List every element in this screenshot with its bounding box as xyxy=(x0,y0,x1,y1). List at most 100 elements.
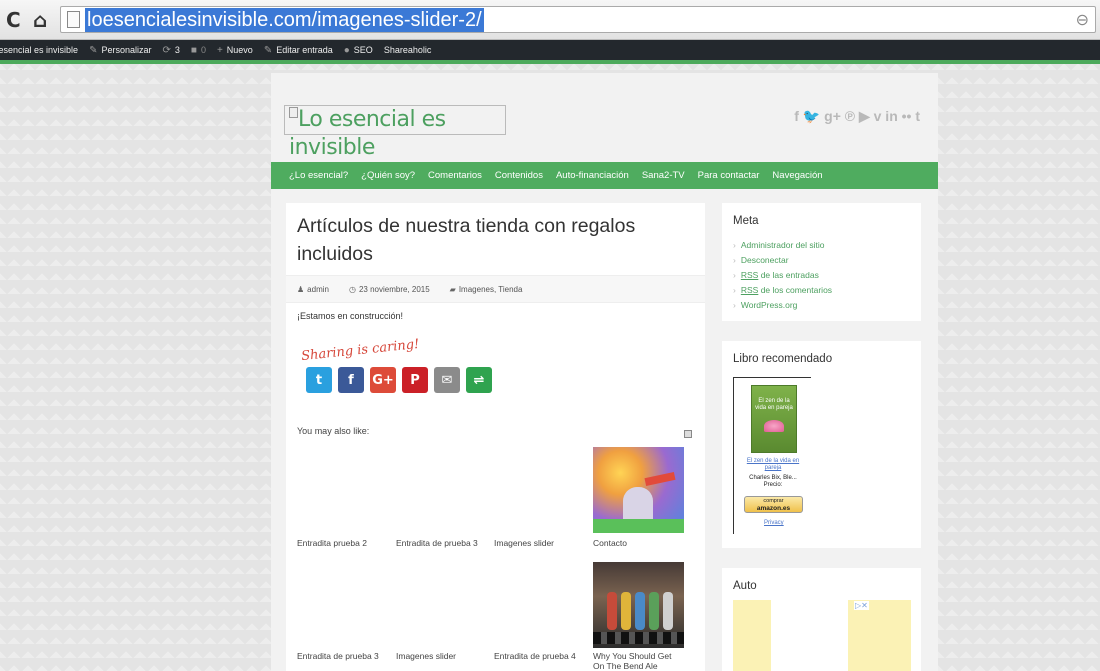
rss-entries-label: de las entradas xyxy=(760,270,819,280)
pin-shape xyxy=(621,592,631,630)
nav-item-comentarios[interactable]: Comentarios xyxy=(428,170,482,181)
plus-icon: + xyxy=(216,44,223,56)
meta-link-rss-comments[interactable]: › RSS de los comentarios xyxy=(733,283,832,298)
book-link[interactable]: El zen de la vida en pareja xyxy=(742,458,804,472)
flag-shape xyxy=(644,471,676,487)
post-author[interactable]: ♟ admin xyxy=(297,285,339,294)
admin-comments[interactable]: ■ 0 xyxy=(191,45,206,56)
page-container: Lo esencial es invisible f 🐦 g+ ℗ ▶ v in… xyxy=(271,73,938,671)
admin-site-name[interactable]: Lo esencial es invisible xyxy=(0,45,78,55)
wp-admin-bar: Lo esencial es invisible ✎ Personalizar … xyxy=(0,40,1100,60)
site-logo[interactable]: Lo esencial es invisible xyxy=(284,105,506,160)
meta-link-admin[interactable]: › Administrador del sitio xyxy=(733,238,832,253)
pin-shape xyxy=(649,592,659,630)
brush-icon: ✎ xyxy=(89,44,98,56)
logo-alt-text: Lo esencial es invisible xyxy=(289,107,446,160)
buy-amazon-button[interactable]: comprar amazon.es xyxy=(744,496,803,513)
clock-icon: ◷ xyxy=(348,284,356,294)
related-link[interactable]: Entradita prueba 2 xyxy=(297,538,389,548)
buy-line1: comprar xyxy=(763,498,784,504)
meta-link-admin-label: Administrador del sitio xyxy=(740,240,825,250)
updates-icon: ⟳ xyxy=(162,44,171,56)
admin-new[interactable]: + Nuevo xyxy=(217,45,253,56)
post-title: Artículos de nuestra tienda con regalos … xyxy=(297,215,636,265)
email-share-button[interactable]: ✉ xyxy=(434,367,460,393)
zoom-icon[interactable]: ⊖ xyxy=(1076,10,1089,30)
meta-widget-title: Meta xyxy=(733,215,759,227)
admin-shareaholic[interactable]: Shareaholic xyxy=(384,45,432,55)
accent-line xyxy=(0,60,1100,64)
facebook-share-button[interactable]: f xyxy=(338,367,364,393)
ad-choices-icon[interactable]: ▷✕ xyxy=(854,601,869,610)
reload-icon[interactable]: C xyxy=(6,9,21,31)
meta-link-logout-label: Desconectar xyxy=(740,255,789,265)
related-thumb-bend-ale[interactable] xyxy=(593,562,684,648)
related-thumb-contacto[interactable] xyxy=(593,447,684,533)
url-text[interactable]: loesencialesinvisible.com/imagenes-slide… xyxy=(85,8,484,32)
nav-item-contenidos[interactable]: Contenidos xyxy=(495,170,543,181)
meta-widget: Meta › Administrador del sitio › Desconect… xyxy=(722,203,921,321)
bullet-icon: › xyxy=(733,300,736,310)
nav-item-navegacion[interactable]: Navegación xyxy=(772,170,822,181)
share-buttons: t f G+ P ✉ ⇌ xyxy=(306,367,492,393)
pinterest-share-button[interactable]: P xyxy=(402,367,428,393)
rss-comments-label: de los comentarios xyxy=(760,285,833,295)
home-icon[interactable]: ⌂ xyxy=(33,9,47,31)
privacy-link[interactable]: Privacy xyxy=(764,520,784,526)
googleplus-share-button[interactable]: G+ xyxy=(370,367,396,393)
bullet-icon: › xyxy=(733,255,736,265)
social-icons: f 🐦 g+ ℗ ▶ v in •• t xyxy=(794,108,920,125)
related-link[interactable]: Contacto xyxy=(593,538,685,548)
related-widget-icon[interactable] xyxy=(684,430,692,438)
social-icons-glyphs[interactable]: f 🐦 g+ ℗ ▶ v in •• t xyxy=(794,108,920,125)
browser-toolbar: C ⌂ loesencialesinvisible.com/imagenes-s… xyxy=(0,0,1100,40)
meta-list: › Administrador del sitio › Desconectar › R… xyxy=(733,238,832,313)
related-link[interactable]: Imagenes slider xyxy=(396,651,488,661)
pencil-icon: ✎ xyxy=(263,44,273,56)
ad-gap xyxy=(771,600,848,671)
admin-edit-post[interactable]: ✎ Editar entrada xyxy=(264,45,333,56)
auto-widget: Auto ▷✕ xyxy=(722,568,921,671)
related-link[interactable]: Entradita de prueba 3 xyxy=(297,651,389,661)
book-author-name: Charles Bix, Ble... xyxy=(749,475,797,481)
nav-item-quien-soy[interactable]: ¿Quién soy? xyxy=(361,170,415,181)
folder-icon: ▰ xyxy=(449,284,456,294)
ad-banner[interactable]: ▷✕ xyxy=(733,600,911,671)
meta-link-wordpress[interactable]: › WordPress.org xyxy=(733,298,832,313)
post-meta: ♟ admin ◷ 23 noviembre, 2015 ▰ Imagenes, Ti… xyxy=(286,275,705,303)
post-card: Artículos de nuestra tienda con regalos … xyxy=(286,203,705,671)
bullet-icon: › xyxy=(733,285,736,295)
nav-item-sana2-tv[interactable]: Sana2-TV xyxy=(642,170,685,181)
admin-comments-count: 0 xyxy=(200,45,206,55)
nav-item-lo-esencial[interactable]: ¿Lo esencial? xyxy=(289,170,348,181)
bullet-icon: › xyxy=(733,240,736,250)
meta-link-wordpress-label: WordPress.org xyxy=(740,300,798,310)
pin-shape xyxy=(635,592,645,630)
post-date[interactable]: ◷ 23 noviembre, 2015 xyxy=(349,285,440,294)
post-categories-text: Imagenes, Tienda xyxy=(458,284,523,294)
related-link[interactable]: Imagenes slider xyxy=(494,538,586,548)
post-categories[interactable]: ▰ Imagenes, Tienda xyxy=(450,285,533,294)
admin-seo[interactable]: ● SEO xyxy=(344,45,373,56)
book-cover-text: El zen de la vida en pareja xyxy=(755,398,793,411)
nav-item-auto-financiacion[interactable]: Auto-financiación xyxy=(556,170,629,181)
meta-link-rss-entries[interactable]: › RSS de las entradas xyxy=(733,268,832,283)
admin-updates-count: 3 xyxy=(174,45,180,55)
rss-abbr: RSS xyxy=(740,270,759,280)
book-price-label: Precio: xyxy=(763,482,783,488)
nav-item-para-contactar[interactable]: Para contactar xyxy=(698,170,760,181)
related-link[interactable]: Why You Should Get On The Bend Ale xyxy=(593,651,685,671)
auto-widget-title: Auto xyxy=(733,580,757,592)
page-icon xyxy=(67,11,80,28)
meta-link-logout[interactable]: › Desconectar xyxy=(733,253,832,268)
admin-updates[interactable]: ⟳ 3 xyxy=(162,45,179,56)
book-widget-title: Libro recomendado xyxy=(733,353,833,365)
book-cover[interactable]: El zen de la vida en pareja xyxy=(751,385,797,453)
related-link[interactable]: Entradita de prueba 4 xyxy=(494,651,586,661)
more-share-button[interactable]: ⇌ xyxy=(466,367,492,393)
related-link[interactable]: Entradita de prueba 3 xyxy=(396,538,488,548)
twitter-share-button[interactable]: t xyxy=(306,367,332,393)
address-bar[interactable]: loesencialesinvisible.com/imagenes-slide… xyxy=(60,6,1096,33)
admin-customize[interactable]: ✎ Personalizar xyxy=(89,45,151,56)
post-author-name: admin xyxy=(307,284,329,294)
